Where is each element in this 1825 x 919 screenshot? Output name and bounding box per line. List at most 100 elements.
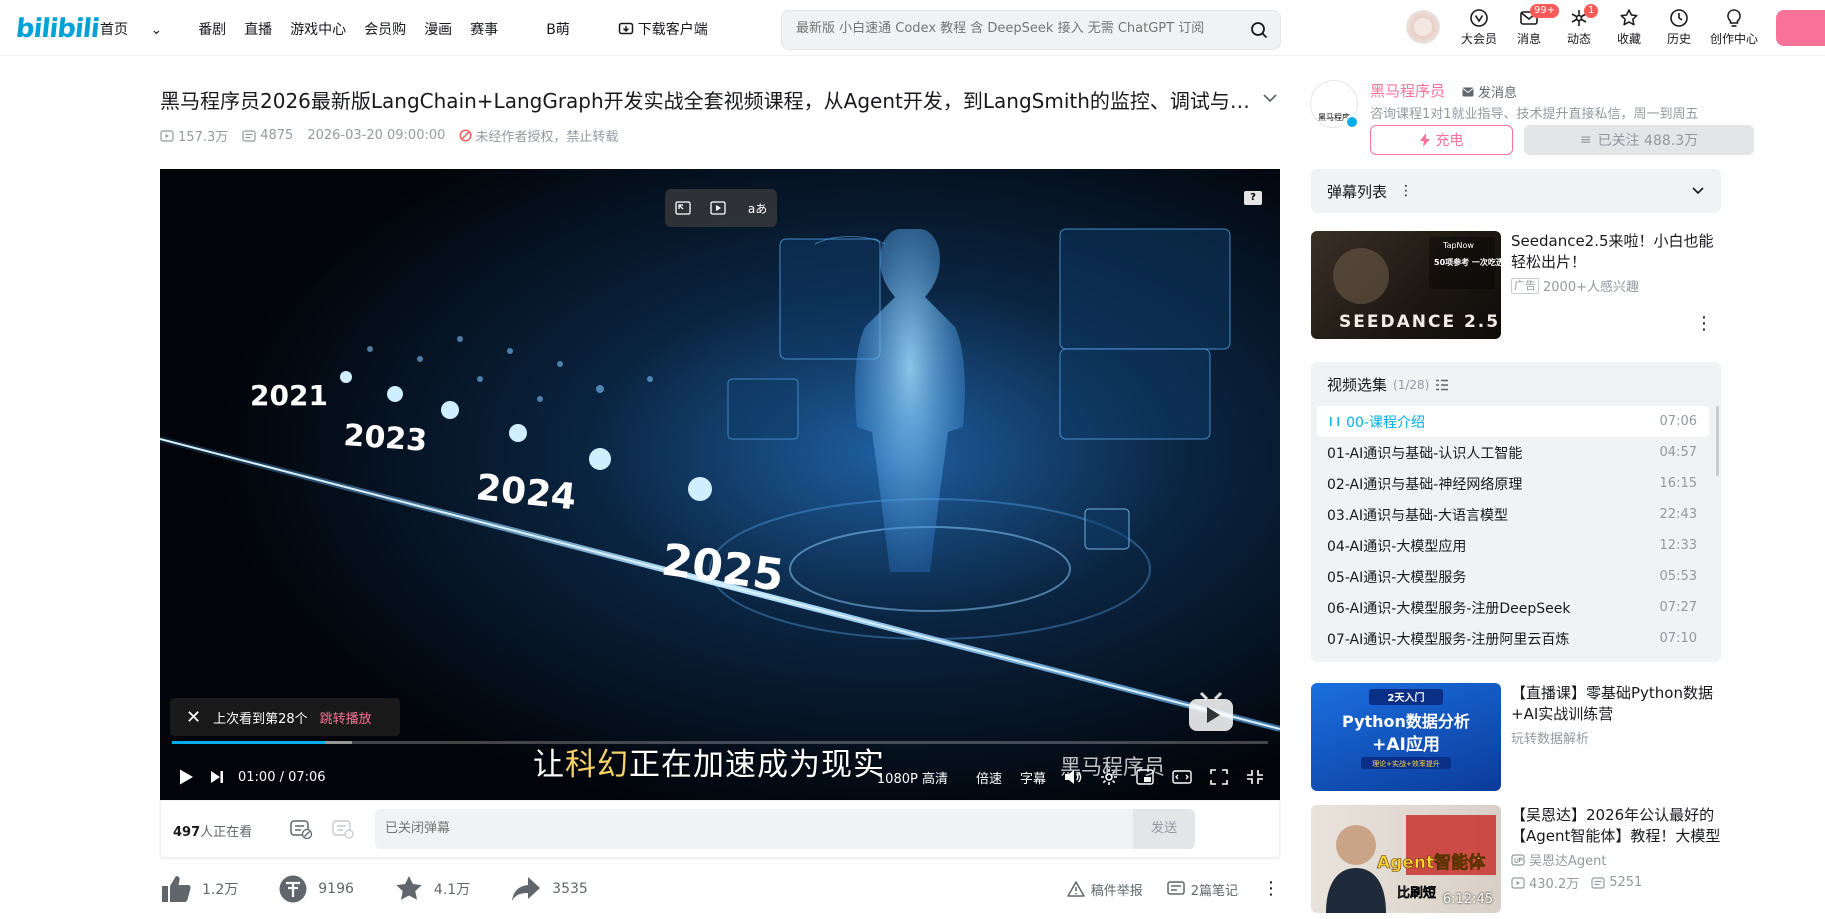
top-dynamic[interactable]: 1 动态 [1554,4,1604,47]
send-danmaku-button[interactable]: 发送 [1133,809,1195,849]
uploader-name[interactable]: 黑马程序员 [1370,80,1445,101]
like-button[interactable]: 1.2万 [160,874,238,904]
nav-bmeng[interactable]: B萌 [546,19,570,39]
episode-item[interactable]: 07-AI通识-大模型服务-注册阿里云百炼 07:10 [1317,623,1709,654]
danmaku-list-panel[interactable]: 弹幕列表 ⋮ [1311,169,1721,213]
episode-item[interactable]: 04-AI通识-大模型应用 12:33 [1317,530,1709,561]
search-input[interactable] [796,21,1226,36]
episode-title: 05-AI通识-大模型服务 [1327,569,1467,586]
progress-bar[interactable] [172,741,1268,744]
coin-icon [279,875,307,903]
danmaku-input[interactable] [385,821,885,836]
chevron-down-icon: ⌄ [150,22,163,38]
subtitle-button[interactable]: 字幕 [1020,768,1046,787]
send-message-link[interactable]: 发消息 [1462,82,1517,101]
search-icon[interactable] [1250,21,1268,39]
volume-icon[interactable] [1064,769,1082,785]
episode-item[interactable]: 06-AI通识-大模型服务-注册DeepSeek 07:27 [1317,592,1709,623]
danmaku-count-icon [1591,876,1605,889]
recommend-up-2[interactable]: 吴恩达Agent [1511,850,1606,869]
report-button[interactable]: 稿件举报 [1066,880,1143,899]
picture-in-picture-icon[interactable] [675,201,691,215]
top-creator-center[interactable]: 创作中心 [1704,8,1764,47]
bilibili-logo[interactable]: bilibili [14,14,100,44]
ad-title[interactable]: Seedance2.5来啦！小白也能轻松出片！ [1511,231,1721,273]
ai-summary-icon[interactable] [710,201,728,215]
recommend-title-2[interactable]: 【吴恩达】2026年公认最好的【Agent智能体】教程！大模型入门 [1511,805,1721,847]
episode-item[interactable]: 03.AI通识与基础-大语言模型 22:43 [1317,499,1709,530]
widescreen-icon[interactable] [1172,770,1192,784]
episode-scrollbar[interactable] [1716,406,1719,476]
quality-button[interactable]: 1080P 高清 [877,768,948,787]
speed-button[interactable]: 倍速 [976,768,1002,787]
nav-live[interactable]: 直播 [244,19,272,39]
verified-icon [1345,115,1359,129]
close-icon[interactable]: ✕ [186,707,201,728]
episode-duration: 22:43 [1659,507,1697,522]
vip-icon [1470,9,1488,27]
nav-download-client[interactable]: 下载客户端 [618,19,726,39]
bilibili-tv-watermark-icon [1186,689,1236,737]
lightning-icon [1419,133,1430,147]
rec1-thumb-l1: 2天入门 [1388,691,1425,704]
nav-game-center[interactable]: 游戏中心 [290,19,346,39]
next-episode-icon[interactable] [210,770,224,784]
upload-button[interactable] [1776,10,1825,46]
rec2-thumb-sub: 比刷短 [1397,885,1436,901]
resume-toast: ✕ 上次看到第28个 跳转播放 [170,698,400,736]
episode-title: 04-AI通识-大模型应用 [1327,538,1467,555]
dynamic-badge: 1 [1584,4,1599,18]
favorite-button[interactable]: 4.1万 [394,874,470,904]
nav-home[interactable]: 首页 ⌄ [100,19,180,39]
uploader-avatar[interactable]: 黑马程序 [1310,80,1359,129]
top-favorites[interactable]: 收藏 [1604,8,1654,47]
ad-card[interactable]: TapNow 50项参考 一次吃透 SEEDANCE 2.5 Seedance2… [1311,231,1721,339]
nav-manga[interactable]: 漫画 [424,19,452,39]
danmaku-toggle-icon[interactable] [289,818,313,840]
more-icon[interactable]: ⋮ [1262,880,1280,898]
recommend-up-1[interactable]: 玩转数据解析 [1511,728,1589,747]
chevron-down-icon[interactable] [1691,186,1705,196]
nav-esports[interactable]: 赛事 [470,19,498,39]
recommend-title-1[interactable]: 【直播课】零基础Python数据+AI实战训练营 [1511,683,1721,725]
resume-jump-link[interactable]: 跳转播放 [320,708,372,727]
fullscreen-icon[interactable] [1246,769,1264,785]
ad-thumbnail[interactable]: TapNow 50项参考 一次吃透 SEEDANCE 2.5 [1311,231,1501,339]
episode-list-panel: 视频选集 (1/28) ❙❙ 00-课程介绍 07:06 01-AI通识与基础-认识… [1311,362,1721,662]
user-avatar[interactable] [1406,10,1440,44]
follow-button[interactable]: ≡ 已关注 488.3万 [1524,125,1754,155]
translate-icon[interactable]: aあ [748,200,767,217]
charge-button[interactable]: 充电 [1370,125,1513,155]
episode-item[interactable]: 05-AI通识-大模型服务 05:53 [1317,561,1709,592]
mini-player-icon[interactable] [1136,769,1154,785]
recommend-card-1[interactable]: 2天入门 Python数据分析 +AI应用 理论+实战+效率提升 【直播课】零基… [1311,683,1721,791]
top-history[interactable]: 历史 [1654,8,1704,47]
notes-button[interactable]: 2篇笔记 [1166,880,1238,899]
nav-anime[interactable]: 番剧 [198,19,226,39]
playing-icon: ❙❙ [1327,416,1343,427]
web-fullscreen-icon[interactable] [1210,769,1228,785]
share-button[interactable]: 3535 [510,875,588,903]
more-icon[interactable]: ⋮ [1695,315,1713,333]
coin-button[interactable]: 9196 [278,874,354,904]
video-player[interactable]: 2021 2023 2024 2025 aあ ? ✕ 上次看到第28个 跳转播放… [160,169,1280,800]
recommend-thumbnail-1[interactable]: 2天入门 Python数据分析 +AI应用 理论+实战+效率提升 [1311,683,1501,791]
list-view-icon[interactable] [1435,379,1449,391]
notes-icon [1166,881,1185,895]
top-messages[interactable]: 99+ 消息 [1504,4,1560,47]
recommend-card-2[interactable]: Agent智能体 比刷短 6:12:45 【吴恩达】2026年公认最好的【Age… [1311,805,1721,913]
episode-item[interactable]: 01-AI通识与基础-认识人工智能 04:57 [1317,437,1709,468]
actions-right: 稿件举报 2篇笔记 ⋮ [1066,880,1280,899]
video-title: 黑马程序员2026最新版LangChain+LangGraph开发实战全套视频课… [160,89,1250,113]
more-vertical-icon[interactable]: ⋮ [1399,183,1413,199]
settings-icon[interactable] [1100,768,1118,786]
top-vip[interactable]: 大会员 [1454,8,1504,47]
episode-item[interactable]: ❙❙ 00-课程介绍 07:06 [1317,406,1709,437]
episode-item[interactable]: 02-AI通识与基础-神经网络原理 16:15 [1317,468,1709,499]
play-icon[interactable] [178,768,194,786]
nav-mall[interactable]: 会员购 [364,19,406,39]
chevron-down-icon[interactable] [1262,92,1278,104]
help-icon[interactable]: ? [1244,191,1262,205]
danmaku-settings-icon[interactable] [331,818,355,840]
recommend-thumbnail-2[interactable]: Agent智能体 比刷短 6:12:45 [1311,805,1501,913]
